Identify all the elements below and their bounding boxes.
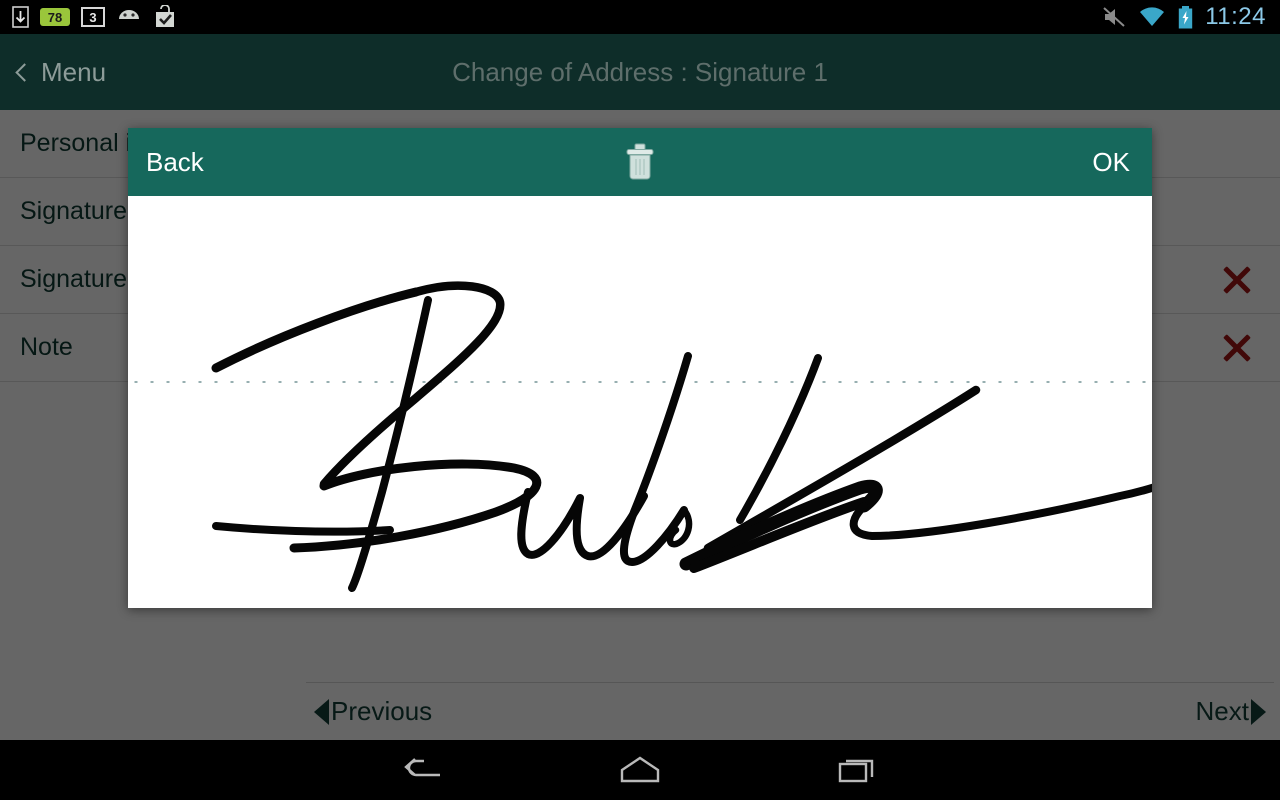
battery-level-icon: 78 <box>40 8 70 26</box>
signature-ink <box>211 281 1152 592</box>
device-screen: 78 3 11:24 Change of Address: Signature… <box>0 0 1280 800</box>
nav-home-icon[interactable] <box>614 740 666 800</box>
android-robot-icon <box>119 10 139 19</box>
download-icon <box>12 6 29 28</box>
nav-recents-icon[interactable] <box>832 740 884 800</box>
signature-canvas[interactable] <box>128 196 1152 608</box>
sd-card-icon: 3 <box>81 7 105 27</box>
wifi-icon <box>1140 7 1165 26</box>
battery-charging-icon <box>1179 5 1193 28</box>
page-title: Change of Address : Signature 1 <box>452 56 828 87</box>
android-navigation-bar <box>0 740 1280 800</box>
menu-back-button[interactable]: Menu <box>15 34 107 110</box>
back-button[interactable]: Back <box>128 147 204 178</box>
mute-icon <box>1103 7 1125 27</box>
battery-level-label: 78 <box>47 9 63 25</box>
sd-card-label: 3 <box>89 9 97 25</box>
app-title-bar: Change of Address : Signature 1 Menu <box>0 34 1280 110</box>
status-bar-system-icons: 11:24 <box>1102 3 1280 31</box>
trash-icon[interactable] <box>623 143 657 181</box>
status-bar-notification-icons: 78 3 <box>0 5 177 29</box>
ok-button[interactable]: OK <box>1092 147 1152 178</box>
status-bar-clock: 11:24 <box>1205 3 1266 30</box>
signature-dialog-toolbar: Back OK <box>128 128 1152 196</box>
app-check-icon <box>156 5 174 27</box>
android-status-bar: 78 3 11:24 <box>0 0 1280 34</box>
menu-back-label: Menu <box>41 56 107 87</box>
chevron-left-icon <box>15 62 34 82</box>
nav-back-icon[interactable] <box>398 740 448 800</box>
signature-dialog: Back OK <box>128 128 1152 608</box>
